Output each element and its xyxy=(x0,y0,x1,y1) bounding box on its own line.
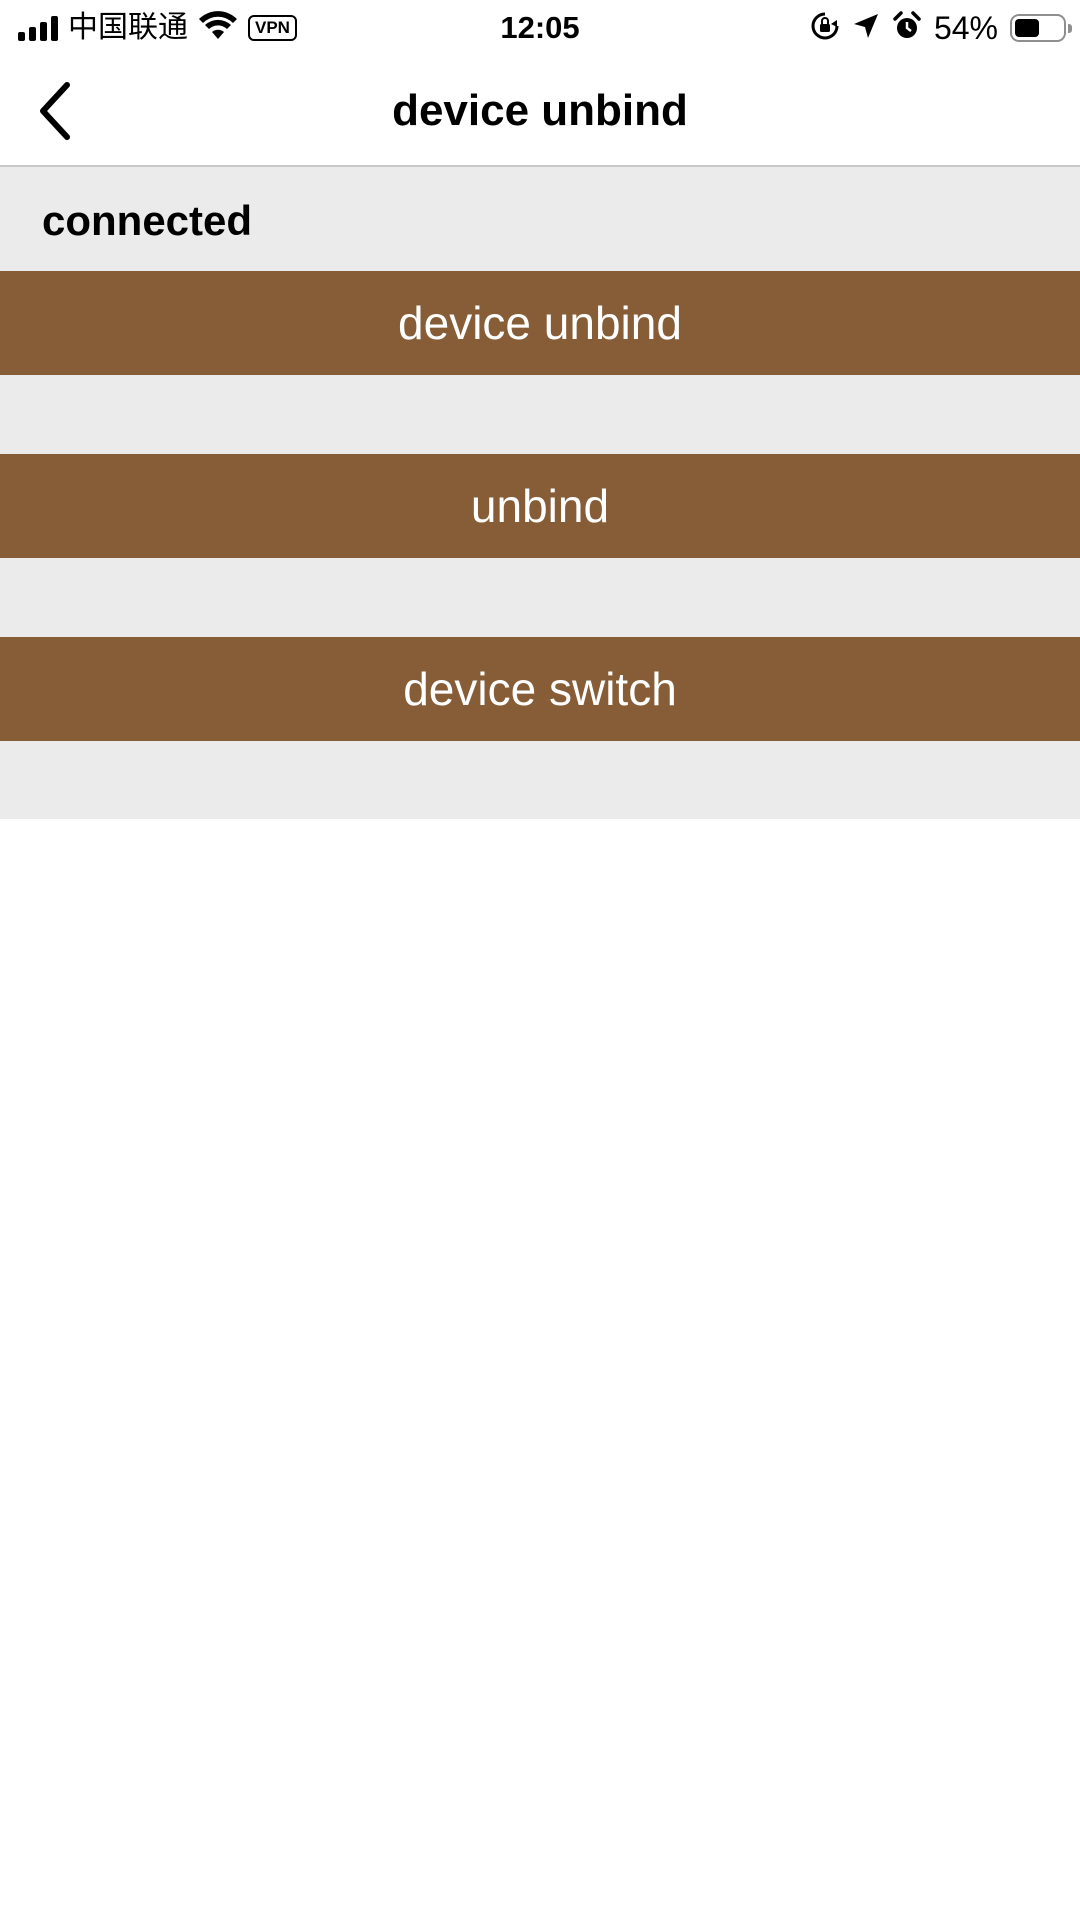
unbind-button[interactable]: unbind xyxy=(0,454,1080,558)
navigation-bar: device unbind xyxy=(0,56,1080,167)
orientation-lock-icon xyxy=(810,11,840,46)
chevron-left-icon xyxy=(40,82,70,140)
content-panel: connected device unbind unbind device sw… xyxy=(0,167,1080,819)
back-button[interactable] xyxy=(20,76,90,146)
alarm-icon xyxy=(892,10,922,46)
page-title: device unbind xyxy=(392,86,688,135)
battery-level xyxy=(1015,19,1039,37)
status-bar: 中国联通 VPN 12:05 54% xyxy=(0,0,1080,56)
battery-icon xyxy=(1010,14,1072,42)
status-bar-right: 54% xyxy=(810,8,1072,48)
device-switch-button[interactable]: device switch xyxy=(0,637,1080,741)
battery-percent: 54% xyxy=(933,10,998,46)
location-icon xyxy=(852,12,880,45)
device-unbind-button[interactable]: device unbind xyxy=(0,271,1080,375)
connection-status: connected xyxy=(42,197,253,244)
